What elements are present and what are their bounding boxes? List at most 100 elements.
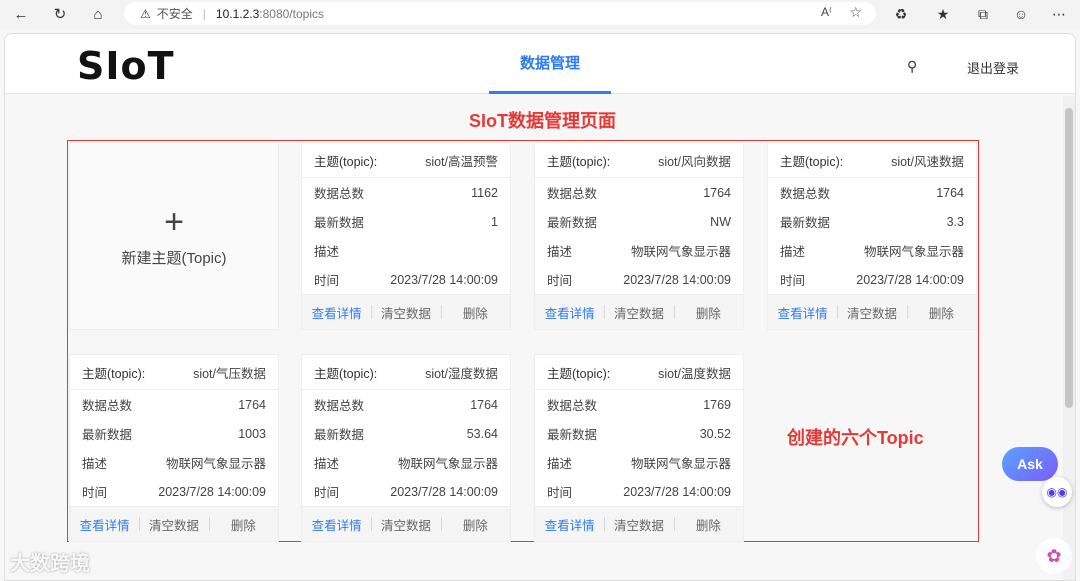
total-value: 1769: [703, 397, 731, 412]
topic-card: 主题(topic): siot/高温预警 数据总数 1162 最新数据 1 描述 时间…: [301, 142, 511, 330]
card-row-total: 数据总数 1764: [535, 178, 743, 207]
card-row-time: 时间 2023/7/28 14:00:09: [535, 265, 743, 294]
delete-button[interactable]: 删除: [440, 303, 510, 322]
card-row-desc: 描述 物联网气象显示器: [535, 236, 743, 265]
card-row-desc: 描述 物联网气象显示器: [70, 448, 278, 477]
view-details-button[interactable]: 查看详情: [535, 515, 604, 534]
card-header: 主题(topic): siot/风向数据: [535, 143, 743, 178]
card-row-desc: 描述 物联网气象显示器: [535, 448, 743, 477]
desc-value: 物联网气象显示器: [630, 457, 731, 471]
time-label: 时间: [780, 274, 806, 288]
clear-data-button[interactable]: 清空数据: [604, 515, 673, 534]
time-value: 2023/7/28 14:00:09: [623, 272, 731, 287]
clear-data-button[interactable]: 清空数据: [139, 515, 208, 534]
topic-card: 主题(topic): siot/风速数据 数据总数 1764 最新数据 3.3 描述 物…: [767, 142, 977, 330]
view-details-button[interactable]: 查看详情: [535, 303, 604, 322]
latest-label: 最新数据: [547, 428, 598, 442]
topic-name: siot/温度数据: [658, 366, 731, 381]
total-value: 1764: [936, 185, 964, 200]
desc-label: 描述: [314, 457, 340, 471]
latest-value: 1: [491, 214, 498, 229]
card-row-desc: 描述 物联网气象显示器: [302, 448, 510, 477]
time-label: 时间: [547, 274, 573, 288]
view-details-button[interactable]: 查看详情: [302, 303, 371, 322]
latest-label: 最新数据: [547, 216, 598, 230]
card-row-time: 时间 2023/7/28 14:00:09: [535, 477, 743, 506]
address-bar[interactable]: ⚠ 不安全 | 10.1.2.3:8080/topics A⁽ ☆: [124, 2, 876, 25]
total-label: 数据总数: [314, 399, 365, 413]
latest-value: NW: [710, 214, 731, 229]
total-value: 1764: [238, 397, 266, 412]
nav-data-management[interactable]: 数据管理: [489, 34, 611, 94]
page-scrollbar[interactable]: [1063, 96, 1075, 580]
extensions-icon[interactable]: ♻: [890, 4, 912, 24]
card-actions: 查看详情 清空数据 删除: [302, 506, 510, 541]
search-icon[interactable]: ⚲: [907, 58, 917, 75]
favorite-icon[interactable]: ☆: [849, 4, 862, 21]
time-label: 时间: [314, 486, 340, 500]
read-aloud-icon[interactable]: A⁽: [821, 5, 832, 19]
view-details-button[interactable]: 查看详情: [70, 515, 139, 534]
topic-label: 主题(topic):: [82, 366, 146, 381]
topic-card: 主题(topic): siot/风向数据 数据总数 1764 最新数据 NW 描述 物联…: [534, 142, 744, 330]
delete-button[interactable]: 删除: [673, 515, 743, 534]
topic-label: 主题(topic):: [547, 154, 611, 169]
more-icon[interactable]: ⋯: [1048, 4, 1070, 24]
back-icon[interactable]: ←: [10, 4, 32, 24]
card-row-time: 时间 2023/7/28 14:00:09: [768, 265, 976, 294]
view-details-button[interactable]: 查看详情: [768, 303, 837, 322]
time-value: 2023/7/28 14:00:09: [856, 272, 964, 287]
logout-link[interactable]: 退出登录: [967, 58, 1019, 77]
watermark: 大数跨境: [10, 553, 90, 575]
latest-value: 53.64: [466, 426, 498, 441]
time-value: 2023/7/28 14:00:09: [158, 484, 266, 499]
card-actions: 查看详情 清空数据 删除: [535, 294, 743, 329]
brain-icon[interactable]: ✿: [1036, 538, 1072, 574]
topic-label: 主题(topic):: [314, 154, 378, 169]
bot-icon[interactable]: ◉◉: [1042, 477, 1072, 507]
profile-icon[interactable]: ☺: [1010, 4, 1032, 24]
latest-value: 1003: [238, 426, 266, 441]
delete-button[interactable]: 删除: [673, 303, 743, 322]
card-actions: 查看详情 清空数据 删除: [302, 294, 510, 329]
url-path: :8080/topics: [259, 6, 324, 21]
clear-data-button[interactable]: 清空数据: [604, 303, 673, 322]
clear-data-button[interactable]: 清空数据: [837, 303, 906, 322]
delete-button[interactable]: 删除: [440, 515, 510, 534]
site-header: SIoT 数据管理 ⚲ 退出登录: [5, 34, 1075, 94]
view-details-button[interactable]: 查看详情: [302, 515, 371, 534]
collections-icon[interactable]: ⧉: [972, 4, 994, 24]
topic-label: 主题(topic):: [547, 366, 611, 381]
card-row-total: 数据总数 1764: [302, 390, 510, 419]
home-icon[interactable]: ⌂: [87, 4, 109, 24]
clear-data-button[interactable]: 清空数据: [371, 515, 440, 534]
siot-logo[interactable]: SIoT: [77, 44, 175, 88]
card-row-total: 数据总数 1764: [768, 178, 976, 207]
card-row-time: 时间 2023/7/28 14:00:09: [302, 265, 510, 294]
ask-button[interactable]: Ask: [1002, 447, 1058, 481]
new-topic-label: 新建主题(Topic): [121, 249, 227, 267]
total-label: 数据总数: [314, 187, 365, 201]
topic-card: 主题(topic): siot/温度数据 数据总数 1769 最新数据 30.52 描…: [534, 354, 744, 542]
plus-icon: +: [164, 202, 184, 241]
clear-data-button[interactable]: 清空数据: [371, 303, 440, 322]
delete-button[interactable]: 删除: [208, 515, 278, 534]
time-label: 时间: [547, 486, 573, 500]
topic-card: 主题(topic): siot/湿度数据 数据总数 1764 最新数据 53.64 描…: [301, 354, 511, 542]
delete-button[interactable]: 删除: [906, 303, 976, 322]
favorites-bar-icon[interactable]: ★: [932, 4, 954, 24]
total-value: 1162: [471, 185, 498, 200]
card-row-latest: 最新数据 1: [302, 207, 510, 236]
refresh-icon[interactable]: ↻: [49, 4, 71, 24]
card-header: 主题(topic): siot/湿度数据: [302, 355, 510, 390]
card-row-time: 时间 2023/7/28 14:00:09: [302, 477, 510, 506]
card-row-total: 数据总数 1769: [535, 390, 743, 419]
desc-value: 物联网气象显示器: [863, 245, 964, 259]
ask-label: Ask: [1017, 456, 1043, 472]
scrollbar-thumb[interactable]: [1065, 108, 1073, 408]
browser-toolbar: ← ↻ ⌂ ⚠ 不安全 | 10.1.2.3:8080/topics A⁽ ☆ …: [0, 0, 1080, 29]
new-topic-card[interactable]: + 新建主题(Topic): [69, 142, 279, 330]
desc-label: 描述: [547, 457, 573, 471]
latest-label: 最新数据: [314, 428, 365, 442]
warning-icon: ⚠: [140, 6, 151, 21]
